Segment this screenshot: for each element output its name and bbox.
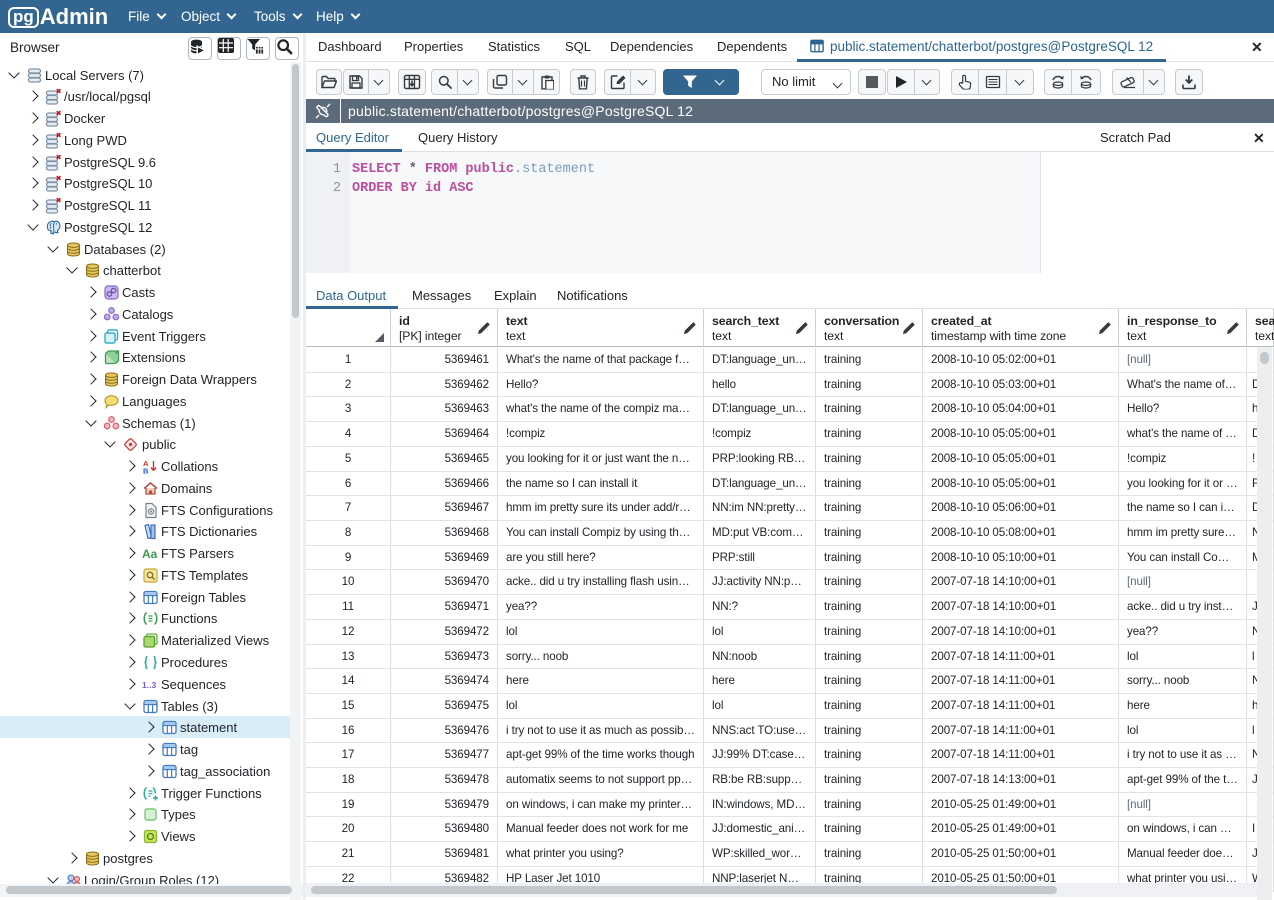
svg-text:Aa: Aa [142,547,158,561]
svg-text:B: B [143,467,149,476]
svg-text:1..3: 1..3 [142,680,156,690]
